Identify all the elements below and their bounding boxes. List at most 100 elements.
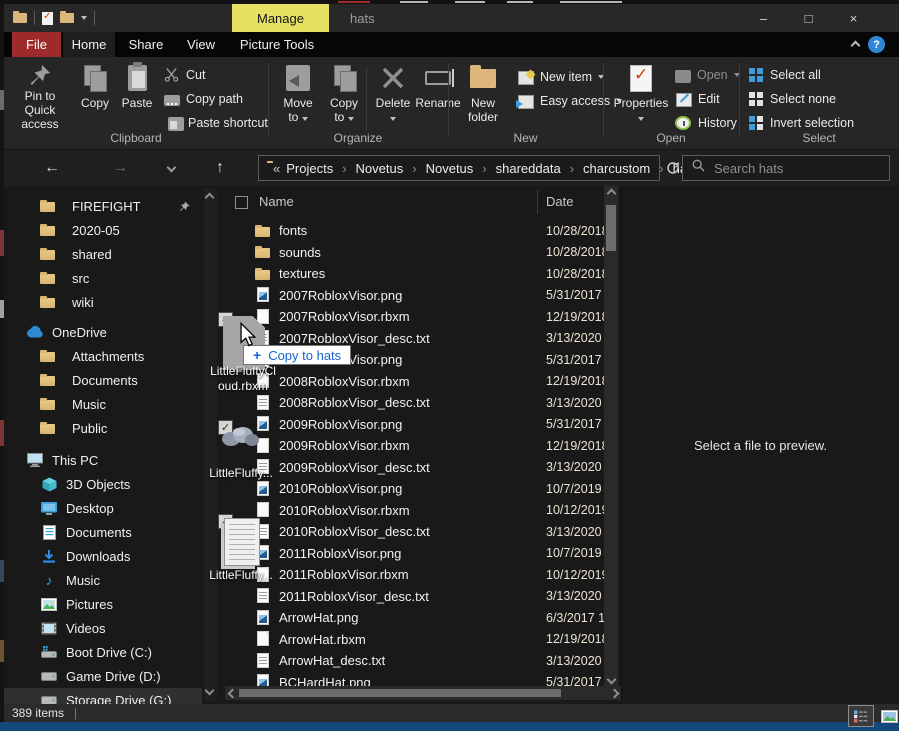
- file-row[interactable]: 2008RobloxVisor_desc.txt 3/13/2020 8: [225, 392, 607, 414]
- file-row[interactable]: sounds 10/28/2018: [225, 242, 607, 264]
- file-row[interactable]: ArrowHat_desc.txt 3/13/2020 8: [225, 650, 607, 672]
- easy-access-button[interactable]: Easy access: [516, 91, 622, 111]
- file-row[interactable]: textures 10/28/2018: [225, 263, 607, 285]
- pin-to-quick-access-button[interactable]: Pin to Quick access: [8, 59, 72, 131]
- collapse-ribbon-icon[interactable]: [851, 41, 861, 51]
- delete-button[interactable]: Delete: [370, 59, 416, 131]
- tab-home[interactable]: Home: [63, 32, 115, 57]
- sidebar-item-pictures[interactable]: Pictures: [4, 592, 202, 616]
- sidebar-item-desktop[interactable]: Desktop: [4, 496, 202, 520]
- file-row[interactable]: fonts 10/28/2018: [225, 220, 607, 242]
- breadcrumb-segment[interactable]: charcustom: [583, 161, 650, 176]
- select-all-checkbox[interactable]: [235, 196, 248, 209]
- sidebar-item-documents-pc[interactable]: Documents: [4, 520, 202, 544]
- scrollbar-thumb[interactable]: [239, 689, 561, 697]
- new-item-button[interactable]: New item: [516, 67, 604, 87]
- breadcrumb[interactable]: « Projects › Novetus › Novetus › sharedd…: [258, 155, 660, 181]
- file-list-vertical-scrollbar[interactable]: [604, 186, 618, 686]
- sidebar-scrollbar[interactable]: [204, 188, 217, 702]
- properties-button[interactable]: Properties: [612, 59, 670, 131]
- file-row[interactable]: 2010RobloxVisor.png 10/7/2019 3: [225, 478, 607, 500]
- large-icons-view-button[interactable]: [877, 705, 899, 727]
- file-row[interactable]: BCHardHat.png 5/31/2017 7: [225, 672, 607, 687]
- column-separator[interactable]: [537, 190, 538, 214]
- file-row[interactable]: 2007RobloxVisor.rbxm 12/19/2018: [225, 306, 607, 328]
- column-header-date[interactable]: Date: [546, 194, 573, 209]
- forward-icon[interactable]: →: [112, 150, 128, 186]
- breadcrumb-segment[interactable]: Novetus: [426, 161, 474, 176]
- properties-shortcut-icon[interactable]: [42, 12, 53, 25]
- details-view-button[interactable]: [848, 705, 874, 727]
- sidebar-item-shared[interactable]: shared: [4, 242, 202, 266]
- scroll-up-icon[interactable]: [205, 193, 215, 203]
- breadcrumb-segment[interactable]: Projects: [286, 161, 333, 176]
- file-row[interactable]: 2009RobloxVisor.png 5/31/2017 7: [225, 414, 607, 436]
- scroll-left-icon[interactable]: [227, 688, 237, 698]
- copy-button[interactable]: Copy: [76, 59, 114, 131]
- open-button[interactable]: Open: [674, 65, 740, 85]
- maximize-button[interactable]: □: [786, 4, 831, 32]
- sidebar-item-wiki[interactable]: wiki: [4, 290, 202, 314]
- close-button[interactable]: ×: [831, 4, 876, 32]
- file-row[interactable]: 2011RobloxVisor.png 10/7/2019 3: [225, 543, 607, 565]
- paste-button[interactable]: Paste: [116, 59, 158, 131]
- folder-icon[interactable]: [60, 13, 74, 23]
- sidebar-item-attachments[interactable]: Attachments: [4, 344, 202, 368]
- sidebar-item-boot-drive[interactable]: Boot Drive (C:): [4, 640, 202, 664]
- scroll-up-icon[interactable]: [606, 188, 616, 198]
- sidebar-item-src[interactable]: src: [4, 266, 202, 290]
- scrollbar-thumb[interactable]: [606, 205, 616, 251]
- copy-to-button[interactable]: Copy to: [322, 59, 366, 131]
- sidebar-item-public[interactable]: Public: [4, 416, 202, 440]
- edit-button[interactable]: Edit: [674, 89, 720, 109]
- sidebar-item-videos[interactable]: Videos: [4, 616, 202, 640]
- move-to-button[interactable]: Move to: [276, 59, 320, 131]
- refresh-icon[interactable]: [666, 161, 680, 180]
- up-icon[interactable]: ↑: [216, 150, 224, 186]
- select-none-button[interactable]: Select none: [748, 89, 836, 109]
- sidebar-item-game-drive[interactable]: Game Drive (D:): [4, 664, 202, 688]
- file-row[interactable]: 2011RobloxVisor_desc.txt 3/13/2020 8: [225, 586, 607, 608]
- scroll-down-icon[interactable]: [205, 686, 215, 696]
- sidebar-item-2020-05[interactable]: 2020-05: [4, 218, 202, 242]
- tab-picture-tools[interactable]: Picture Tools: [228, 32, 326, 57]
- history-button[interactable]: History: [674, 113, 737, 133]
- tab-share[interactable]: Share: [118, 32, 174, 57]
- column-header-name[interactable]: Name: [259, 194, 294, 209]
- search-box[interactable]: [682, 155, 890, 181]
- invert-selection-button[interactable]: Invert selection: [748, 113, 854, 133]
- sidebar-item-onedrive[interactable]: OneDrive: [4, 320, 202, 344]
- search-input[interactable]: [714, 161, 880, 176]
- file-row[interactable]: 2010RobloxVisor_desc.txt 3/13/2020 8: [225, 521, 607, 543]
- scroll-down-icon[interactable]: [606, 674, 616, 684]
- tab-view[interactable]: View: [175, 32, 227, 57]
- file-row[interactable]: ArrowHat.png 6/3/2017 11: [225, 607, 607, 629]
- file-row[interactable]: 2010RobloxVisor.rbxm 10/12/2019: [225, 500, 607, 522]
- paste-shortcut-button[interactable]: Paste shortcut: [164, 113, 268, 133]
- file-row[interactable]: 2007RobloxVisor.png 5/31/2017 7: [225, 285, 607, 307]
- folder-icon[interactable]: [13, 13, 27, 23]
- sidebar-item-documents[interactable]: Documents: [4, 368, 202, 392]
- new-folder-button[interactable]: New folder: [456, 59, 510, 131]
- minimize-button[interactable]: –: [741, 4, 786, 32]
- sidebar-item-music[interactable]: Music: [4, 392, 202, 416]
- cut-button[interactable]: Cut: [164, 65, 205, 85]
- help-icon[interactable]: ?: [868, 36, 885, 53]
- breadcrumb-segment[interactable]: Novetus: [356, 161, 404, 176]
- chevron-down-icon[interactable]: [81, 16, 87, 20]
- back-icon[interactable]: ←: [44, 150, 60, 186]
- sidebar-item-firefight[interactable]: FIREFIGHT: [4, 194, 202, 218]
- file-list-horizontal-scrollbar[interactable]: [225, 686, 621, 700]
- recent-locations-chevron-icon[interactable]: [167, 163, 177, 173]
- breadcrumb-overflow[interactable]: «: [273, 161, 280, 176]
- manage-contextual-tab[interactable]: Manage: [232, 4, 329, 32]
- sidebar-item-downloads[interactable]: Downloads: [4, 544, 202, 568]
- sidebar-item-3d-objects[interactable]: 3D Objects: [4, 472, 202, 496]
- sidebar-item-this-pc[interactable]: This PC: [4, 448, 202, 472]
- select-all-button[interactable]: Select all: [748, 65, 821, 85]
- scroll-right-icon[interactable]: [609, 688, 619, 698]
- breadcrumb-segment[interactable]: shareddata: [496, 161, 561, 176]
- file-row[interactable]: ArrowHat.rbxm 12/19/2018: [225, 629, 607, 651]
- copy-path-button[interactable]: Copy path: [164, 89, 243, 109]
- file-row[interactable]: 2009RobloxVisor.rbxm 12/19/2018: [225, 435, 607, 457]
